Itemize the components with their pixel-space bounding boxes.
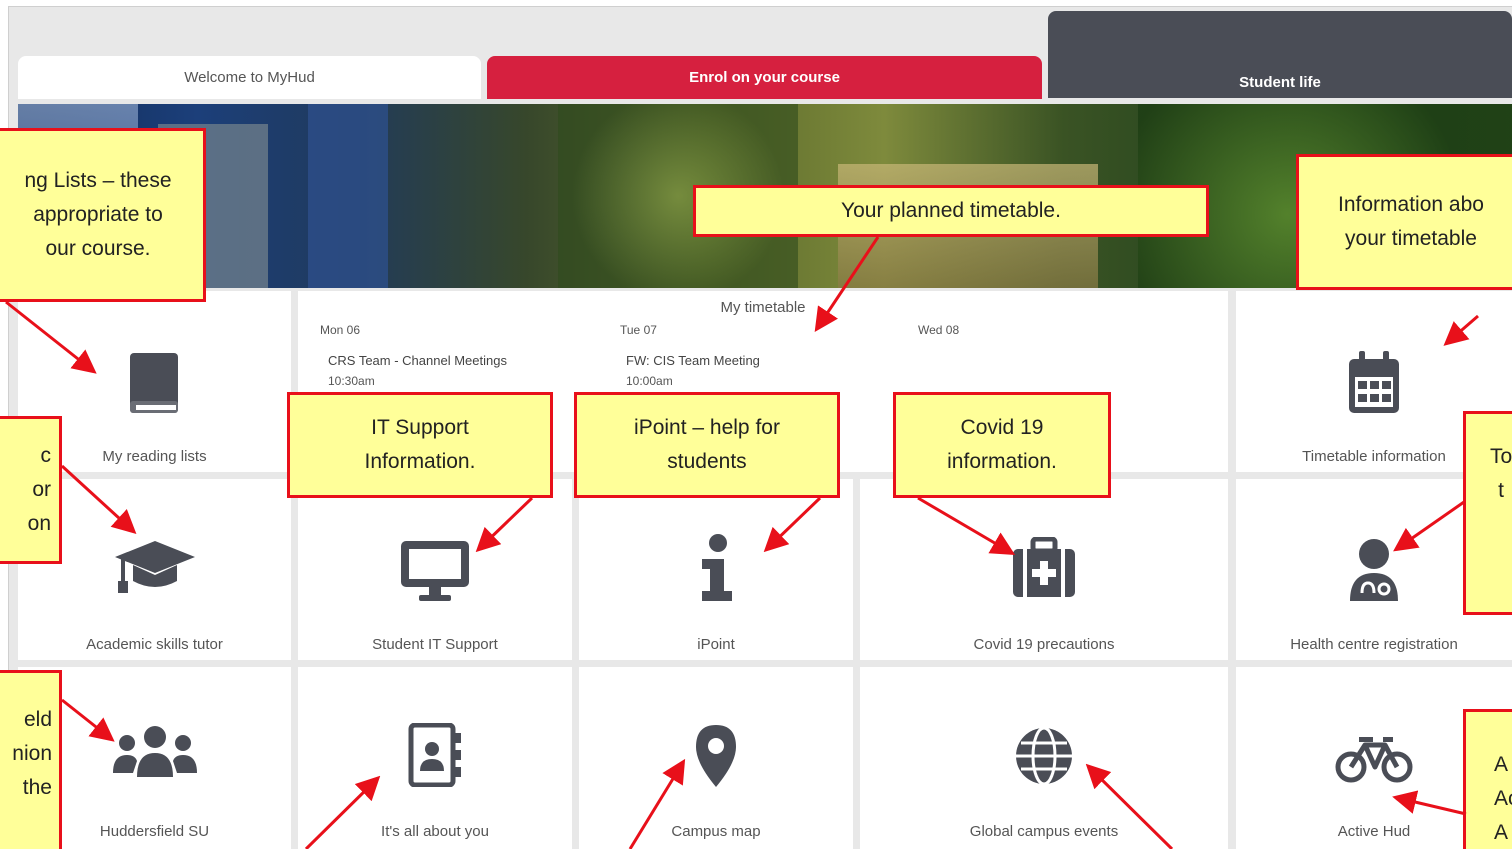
- tile-label: It's all about you: [381, 823, 489, 840]
- callout-huddersfield-su: eld nion the: [0, 670, 62, 849]
- tile-student-it-support[interactable]: Student IT Support: [298, 479, 572, 660]
- timetable-event-time: 10:00am: [626, 374, 673, 388]
- tile-label: Covid 19 precautions: [973, 636, 1115, 653]
- tab-welcome[interactable]: Welcome to MyHud: [18, 56, 481, 99]
- callout-ipoint: iPoint – help for students: [574, 392, 840, 498]
- users-icon: [112, 726, 197, 777]
- tile-global-campus-events[interactable]: Global campus events: [860, 667, 1228, 849]
- tile-campus-map[interactable]: Campus map: [579, 667, 853, 849]
- tile-label: Campus map: [671, 823, 761, 840]
- medkit-icon: [1013, 537, 1075, 597]
- tile-label: iPoint: [697, 636, 735, 653]
- book-icon: [129, 353, 178, 413]
- info-icon: [702, 534, 732, 601]
- callout-planned-timetable: Your planned timetable.: [693, 185, 1209, 237]
- callout-reading-lists: ng Lists – these appropriate to our course…: [0, 128, 206, 302]
- map-marker-icon: [696, 725, 736, 787]
- tab-enrol[interactable]: Enrol on your course: [487, 56, 1042, 99]
- bicycle-icon: [1335, 737, 1413, 783]
- monitor-icon: [401, 541, 469, 601]
- tile-its-all-about-you[interactable]: It's all about you: [298, 667, 572, 849]
- timetable-title: My timetable: [720, 299, 806, 316]
- timetable-event[interactable]: FW: CIS Team Meeting: [626, 353, 760, 368]
- timetable-day: Tue 07: [620, 323, 657, 337]
- tile-label: Student IT Support: [372, 636, 498, 653]
- graduation-cap-icon: [114, 541, 195, 593]
- callout-covid: Covid 19 information.: [893, 392, 1111, 498]
- timetable-event-time: 10:30am: [328, 374, 375, 388]
- calendar-icon: [1349, 351, 1399, 413]
- tile-label: Academic skills tutor: [86, 636, 223, 653]
- timetable-day: Mon 06: [320, 323, 361, 337]
- callout-timetable-information: Information abo your timetable: [1296, 154, 1512, 290]
- address-book-icon: [408, 723, 461, 787]
- tile-ipoint[interactable]: iPoint: [579, 479, 853, 660]
- tile-covid-19-precautions[interactable]: Covid 19 precautions: [860, 479, 1228, 660]
- tab-student-life[interactable]: Student life: [1048, 11, 1512, 98]
- callout-active-hud: AAcA: [1463, 709, 1512, 849]
- timetable-event[interactable]: CRS Team - Channel Meetings: [328, 353, 507, 368]
- tile-label: Global campus events: [969, 823, 1119, 840]
- doctor-icon: [1350, 539, 1398, 601]
- callout-academic-skills: c or on: [0, 416, 62, 564]
- timetable-day: Wed 08: [918, 323, 960, 337]
- callout-it-support: IT Support Information.: [287, 392, 553, 498]
- tile-label: Health centre registration: [1290, 636, 1458, 653]
- globe-icon: [1016, 726, 1072, 786]
- callout-health-centre: To t: [1463, 411, 1512, 615]
